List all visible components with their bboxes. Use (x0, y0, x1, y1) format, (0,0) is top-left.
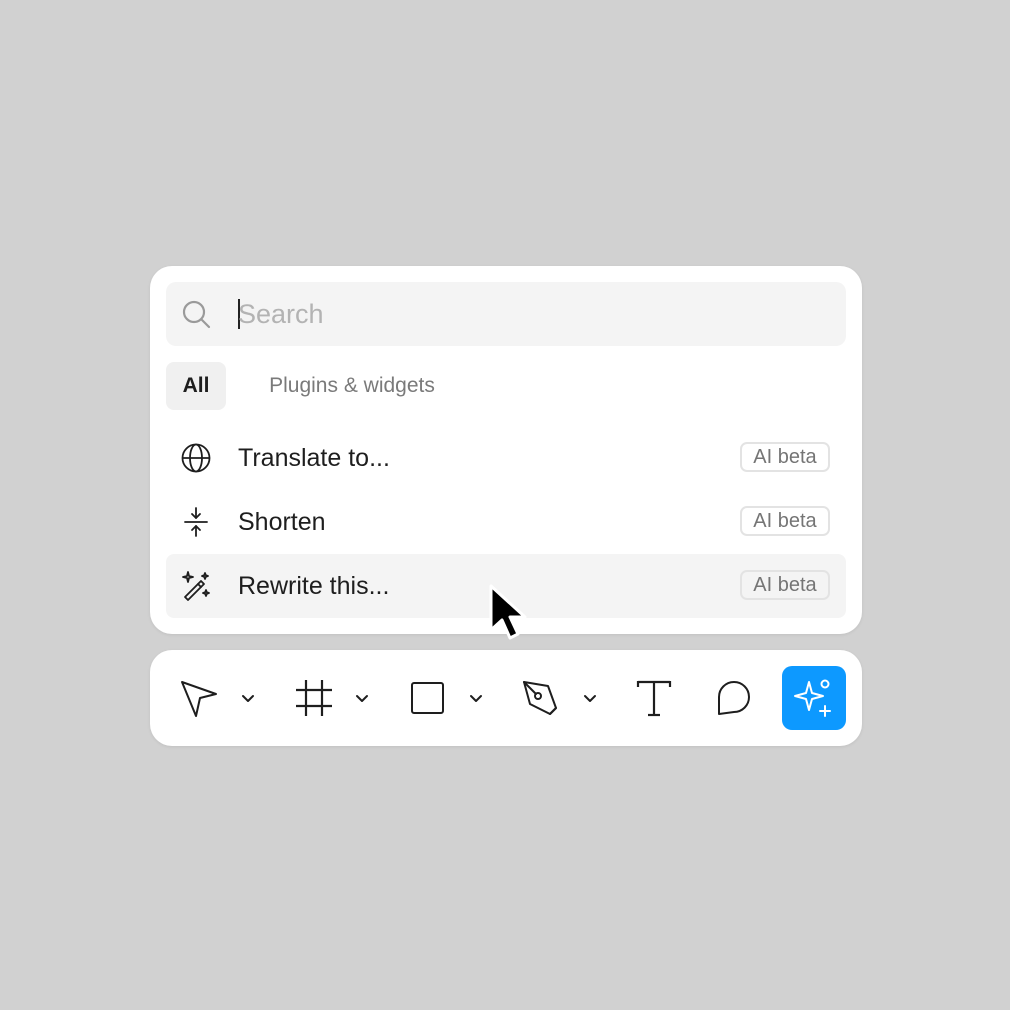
text-tool-button[interactable] (630, 674, 678, 722)
move-tool-button[interactable] (176, 674, 224, 722)
ai-beta-badge: AI beta (740, 570, 830, 600)
action-label: Translate to... (238, 444, 390, 472)
rectangle-icon (411, 682, 444, 714)
tab-plugins-widgets[interactable]: Plugins & widgets (244, 362, 460, 410)
action-label: Shorten (238, 508, 326, 536)
move-icon (181, 681, 217, 717)
pen-tool-button[interactable] (518, 674, 566, 722)
action-shorten[interactable]: Shorten AI beta (166, 490, 846, 554)
shorten-icon (180, 506, 212, 538)
search-icon (180, 298, 212, 330)
bottom-toolbar (150, 650, 862, 746)
comment-icon (718, 681, 750, 715)
chevron-down-icon[interactable] (578, 686, 602, 710)
chevron-down-icon[interactable] (464, 686, 488, 710)
pen-icon (523, 681, 557, 715)
frame-tool-button[interactable] (290, 674, 338, 722)
ai-actions-button[interactable] (782, 666, 846, 730)
text-icon (636, 680, 672, 717)
magic-wand-icon (180, 570, 212, 602)
action-translate[interactable]: Translate to... AI beta (166, 426, 846, 490)
ai-beta-badge: AI beta (740, 506, 830, 536)
tab-all[interactable]: All (166, 362, 226, 410)
action-label: Rewrite this... (238, 572, 390, 600)
search-bar[interactable] (166, 282, 846, 346)
sparkle-plus-icon (794, 679, 831, 717)
mouse-cursor-icon (488, 584, 532, 648)
chevron-down-icon[interactable] (350, 686, 374, 710)
rectangle-tool-button[interactable] (404, 674, 452, 722)
ai-beta-badge: AI beta (740, 442, 830, 472)
search-input[interactable] (238, 282, 818, 346)
chevron-down-icon[interactable] (236, 686, 260, 710)
frame-icon (296, 680, 332, 716)
globe-icon (180, 442, 212, 474)
comment-tool-button[interactable] (710, 674, 758, 722)
quick-actions-panel: All Plugins & widgets Translate to... AI… (150, 266, 862, 634)
